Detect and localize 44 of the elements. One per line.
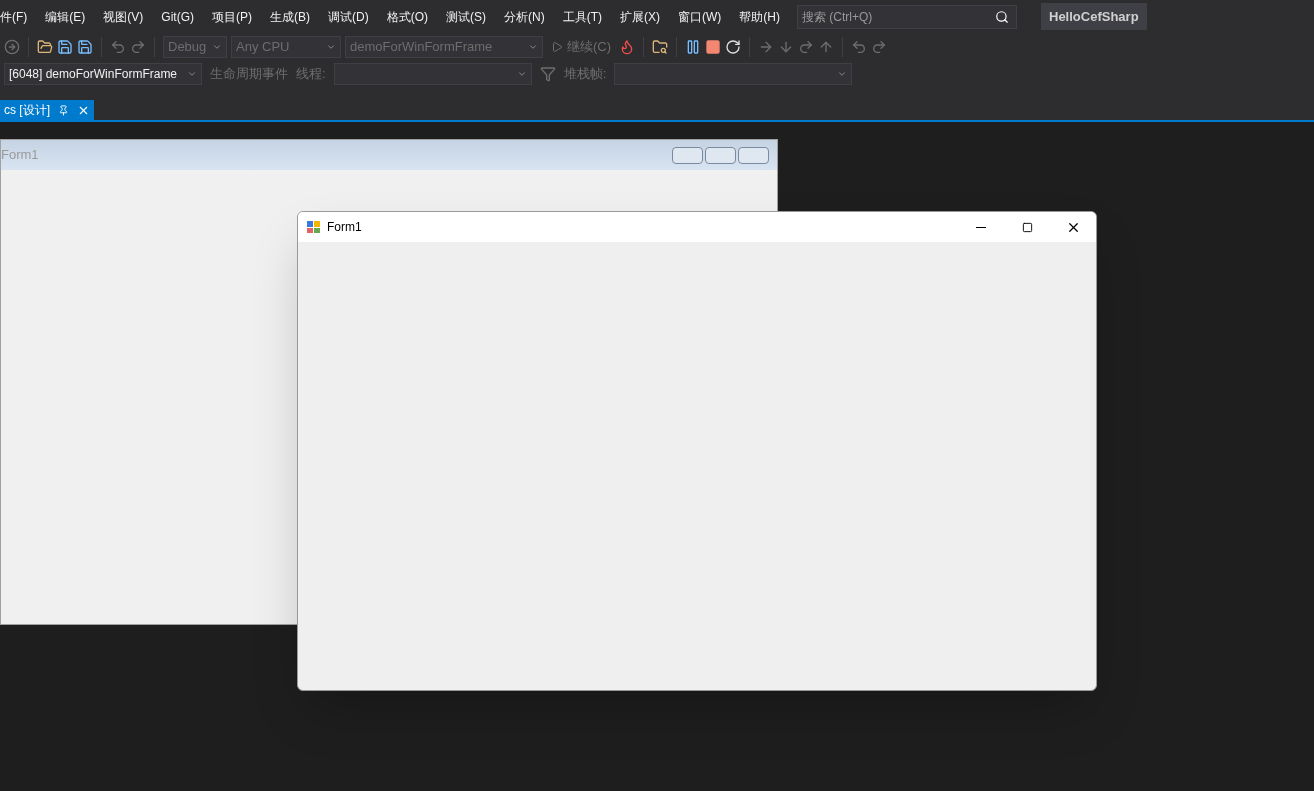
document-tab[interactable]: cs [设计] — [0, 100, 94, 120]
menu-item[interactable]: 件(F) — [0, 7, 37, 26]
app-icon — [307, 221, 320, 233]
thread-label: 线程: — [296, 64, 326, 83]
play-icon — [551, 40, 563, 53]
redo-icon[interactable] — [130, 38, 146, 55]
menu-item[interactable]: 测试(S) — [437, 7, 495, 26]
undo-icon[interactable] — [110, 38, 126, 55]
undo-icon[interactable] — [851, 38, 868, 55]
menu-item[interactable]: 视图(V) — [94, 7, 153, 26]
stop-icon[interactable] — [705, 38, 722, 55]
save-all-icon[interactable] — [77, 38, 93, 55]
form-window-dialog[interactable]: Form1 — [297, 211, 1097, 691]
menu-item[interactable]: 格式(O) — [377, 7, 437, 26]
minimize-icon — [976, 226, 986, 228]
menu-item[interactable]: 编辑(E) — [36, 7, 95, 26]
filter-icon[interactable] — [539, 65, 556, 82]
close-button[interactable] — [738, 146, 769, 164]
process-dropdown[interactable]: [6048] demoForWinFormFrame — [4, 62, 202, 85]
form-title: Form1 — [1, 146, 39, 165]
stack-frame-label: 堆栈帧: — [563, 64, 607, 83]
menu-item[interactable]: 项目(P) — [203, 7, 261, 26]
menu-item[interactable]: 帮助(H) — [730, 7, 789, 26]
redo-icon[interactable] — [871, 38, 888, 55]
solution-name: HelloCefSharp — [1041, 2, 1147, 31]
restart-icon[interactable] — [725, 38, 742, 55]
maximize-button[interactable] — [705, 146, 736, 164]
menu-item[interactable]: 生成(B) — [261, 7, 319, 26]
save-icon[interactable] — [57, 38, 73, 55]
navigate-icon[interactable] — [4, 38, 20, 55]
pin-icon[interactable] — [58, 104, 69, 116]
search-field[interactable]: 搜索 (Ctrl+Q) — [797, 4, 1017, 29]
window-title: Form1 — [327, 219, 362, 236]
maximize-icon — [1021, 221, 1033, 233]
folder-search-icon[interactable] — [652, 38, 669, 55]
menu-item[interactable]: 分析(N) — [495, 7, 554, 26]
menu-item[interactable]: 工具(T) — [553, 7, 611, 26]
folder-icon[interactable] — [37, 38, 53, 55]
menu-item[interactable]: Git(G) — [152, 7, 203, 26]
menu-item[interactable]: 扩展(X) — [611, 7, 669, 26]
menu-item[interactable]: 调试(D) — [319, 7, 378, 26]
minimize-button[interactable] — [672, 146, 703, 164]
search-icon — [995, 9, 1009, 24]
menu-item[interactable]: 窗口(W) — [669, 7, 731, 26]
